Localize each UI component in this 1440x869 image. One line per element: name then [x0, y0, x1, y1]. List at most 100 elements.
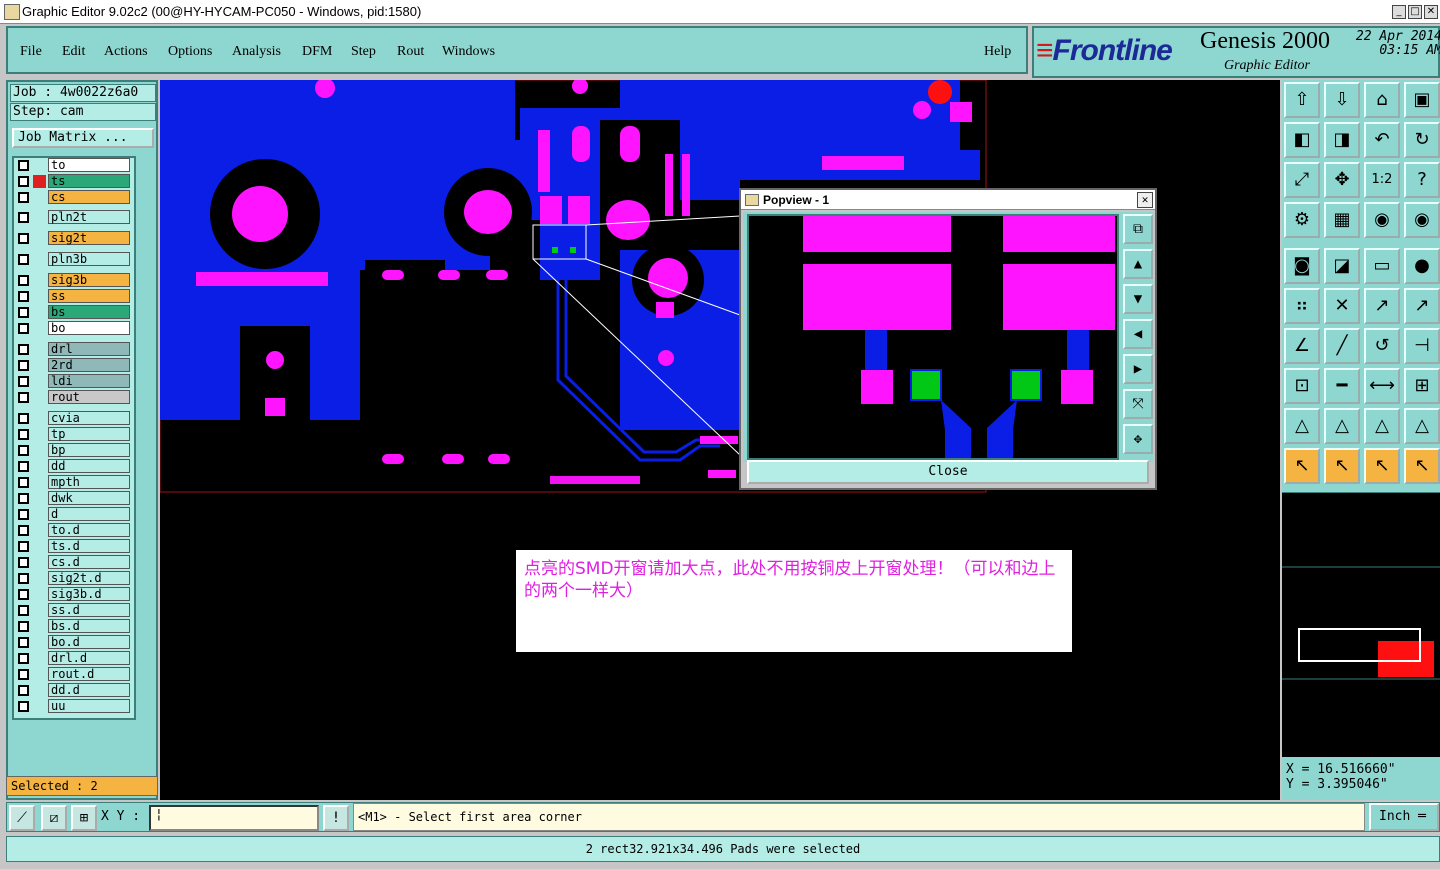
- center-icon[interactable]: ✥: [1324, 162, 1360, 198]
- triangle-c-icon[interactable]: △: [1364, 408, 1400, 444]
- pan-right-icon[interactable]: ◨: [1324, 122, 1360, 158]
- layer-checkbox[interactable]: [18, 493, 29, 504]
- layer-checkbox[interactable]: [18, 573, 29, 584]
- layer-checkbox[interactable]: [18, 685, 29, 696]
- layer-row-pln3b[interactable]: pln3b: [16, 252, 134, 267]
- undo-view-icon[interactable]: ↶: [1364, 122, 1400, 158]
- measure-icon[interactable]: ▭: [1364, 248, 1400, 284]
- grid-mode-icon[interactable]: ⊞: [71, 805, 97, 831]
- popview-pan-down-icon[interactable]: ▼: [1123, 284, 1153, 314]
- popview-canvas[interactable]: [747, 214, 1119, 460]
- layer-checkbox[interactable]: [18, 669, 29, 680]
- dash-icon[interactable]: ━: [1324, 368, 1360, 404]
- layer-checkbox[interactable]: [18, 307, 29, 318]
- polygon-icon[interactable]: ◪: [1324, 248, 1360, 284]
- layer-checkbox[interactable]: [18, 701, 29, 712]
- layer-row-dwk[interactable]: dwk: [16, 491, 134, 506]
- layer-checkbox[interactable]: [18, 461, 29, 472]
- popview-close-icon[interactable]: ✕: [1137, 192, 1153, 208]
- layer-checkbox[interactable]: [18, 541, 29, 552]
- layer-checkbox[interactable]: [18, 233, 29, 244]
- layer-checkbox[interactable]: [18, 605, 29, 616]
- layer-checkbox[interactable]: [18, 637, 29, 648]
- snap-mode-icon[interactable]: ⟋: [9, 805, 35, 831]
- menu-dfm[interactable]: DFM: [302, 44, 332, 60]
- menu-windows[interactable]: Windows: [442, 44, 495, 60]
- layer-row-rout-d[interactable]: rout.d: [16, 667, 134, 682]
- pointer-d-icon[interactable]: ↖: [1404, 448, 1440, 484]
- grid-icon[interactable]: ▦: [1324, 202, 1360, 238]
- layer-checkbox[interactable]: [18, 192, 29, 203]
- layer-row-tp[interactable]: tp: [16, 427, 134, 442]
- redraw-icon[interactable]: ↻: [1404, 122, 1440, 158]
- close-window-button[interactable]: ✕: [1424, 5, 1438, 19]
- layer-row-to-d[interactable]: to.d: [16, 523, 134, 538]
- layer-b-icon[interactable]: ◉: [1404, 202, 1440, 238]
- layer-checkbox[interactable]: [18, 445, 29, 456]
- layer-row-ss-d[interactable]: ss.d: [16, 603, 134, 618]
- pan-left-icon[interactable]: ◧: [1284, 122, 1320, 158]
- triangle-icon[interactable]: △: [1284, 408, 1320, 444]
- layer-checkbox[interactable]: [18, 323, 29, 334]
- popview-zoom-fit-icon[interactable]: ⧉: [1123, 214, 1153, 244]
- layer-checkbox[interactable]: [18, 589, 29, 600]
- menu-rout[interactable]: Rout: [397, 44, 424, 60]
- pointer-b-icon[interactable]: ↖: [1324, 448, 1360, 484]
- layer-checkbox[interactable]: [18, 275, 29, 286]
- layer-checkbox[interactable]: [18, 429, 29, 440]
- menu-analysis[interactable]: Analysis: [232, 44, 281, 60]
- layer-row-bo[interactable]: bo: [16, 321, 134, 336]
- cross-icon[interactable]: ✕: [1324, 288, 1360, 324]
- fit-icon[interactable]: ⤢: [1284, 162, 1320, 198]
- overview-map[interactable]: [1282, 492, 1440, 757]
- layer-checkbox[interactable]: [18, 392, 29, 403]
- line-arc-icon[interactable]: ↗: [1364, 288, 1400, 324]
- menu-edit[interactable]: Edit: [62, 44, 85, 60]
- layer-row-sig2t[interactable]: sig2t: [16, 231, 134, 246]
- layer-row-2rd[interactable]: 2rd: [16, 358, 134, 373]
- popview-close-button[interactable]: Close: [747, 460, 1149, 484]
- layer-row-drl-d[interactable]: drl.d: [16, 651, 134, 666]
- layer-checkbox[interactable]: [18, 344, 29, 355]
- xy-input[interactable]: ¦: [149, 805, 319, 831]
- feature-icon[interactable]: ⊣: [1404, 328, 1440, 364]
- stretch-icon[interactable]: ⟷: [1364, 368, 1400, 404]
- menu-step[interactable]: Step: [351, 44, 376, 60]
- units-button[interactable]: Inch ═: [1369, 803, 1439, 831]
- dot-icon[interactable]: ●: [1404, 248, 1440, 284]
- layer-row-mpth[interactable]: mpth: [16, 475, 134, 490]
- scale-1-2-icon[interactable]: 1:2: [1364, 162, 1400, 198]
- triangle-d-icon[interactable]: △: [1404, 408, 1440, 444]
- layer-row-bs[interactable]: bs: [16, 305, 134, 320]
- layer-row-cs[interactable]: cs: [16, 190, 134, 205]
- line-diag-icon[interactable]: ↗: [1404, 288, 1440, 324]
- layer-row-sig3b-d[interactable]: sig3b.d: [16, 587, 134, 602]
- layer-checkbox[interactable]: [18, 212, 29, 223]
- popview-pan-left-icon[interactable]: ◀: [1123, 319, 1153, 349]
- layer-row-rout[interactable]: rout: [16, 390, 134, 405]
- layer-row-dd[interactable]: dd: [16, 459, 134, 474]
- maximize-button[interactable]: □: [1408, 5, 1422, 19]
- layer-checkbox[interactable]: [18, 176, 29, 187]
- layer-row-cvia[interactable]: cvia: [16, 411, 134, 426]
- layer-row-uu[interactable]: uu: [16, 699, 134, 714]
- layer-row-ss[interactable]: ss: [16, 289, 134, 304]
- layer-checkbox[interactable]: [18, 477, 29, 488]
- popview-zoom-in-icon[interactable]: ⤧: [1123, 389, 1153, 419]
- zoom-home-icon[interactable]: ⇧: [1284, 82, 1320, 118]
- popview-zoom-out-icon[interactable]: ✥: [1123, 424, 1153, 454]
- layer-row-bs-d[interactable]: bs.d: [16, 619, 134, 634]
- layer-row-ts[interactable]: ts: [16, 174, 134, 189]
- home-icon[interactable]: ⌂: [1364, 82, 1400, 118]
- layer-checkbox[interactable]: [18, 160, 29, 171]
- layer-row-sig3b[interactable]: sig3b: [16, 273, 134, 288]
- pointer-icon[interactable]: ↖: [1284, 448, 1320, 484]
- layer-row-to[interactable]: to: [16, 158, 134, 173]
- menu-actions[interactable]: Actions: [104, 44, 148, 60]
- pad-add-icon[interactable]: ◙: [1284, 248, 1320, 284]
- layer-row-dd-d[interactable]: dd.d: [16, 683, 134, 698]
- layer-checkbox[interactable]: [18, 557, 29, 568]
- menu-options[interactable]: Options: [168, 44, 212, 60]
- line-draw-icon[interactable]: ╱: [1324, 328, 1360, 364]
- layer-checkbox[interactable]: [18, 254, 29, 265]
